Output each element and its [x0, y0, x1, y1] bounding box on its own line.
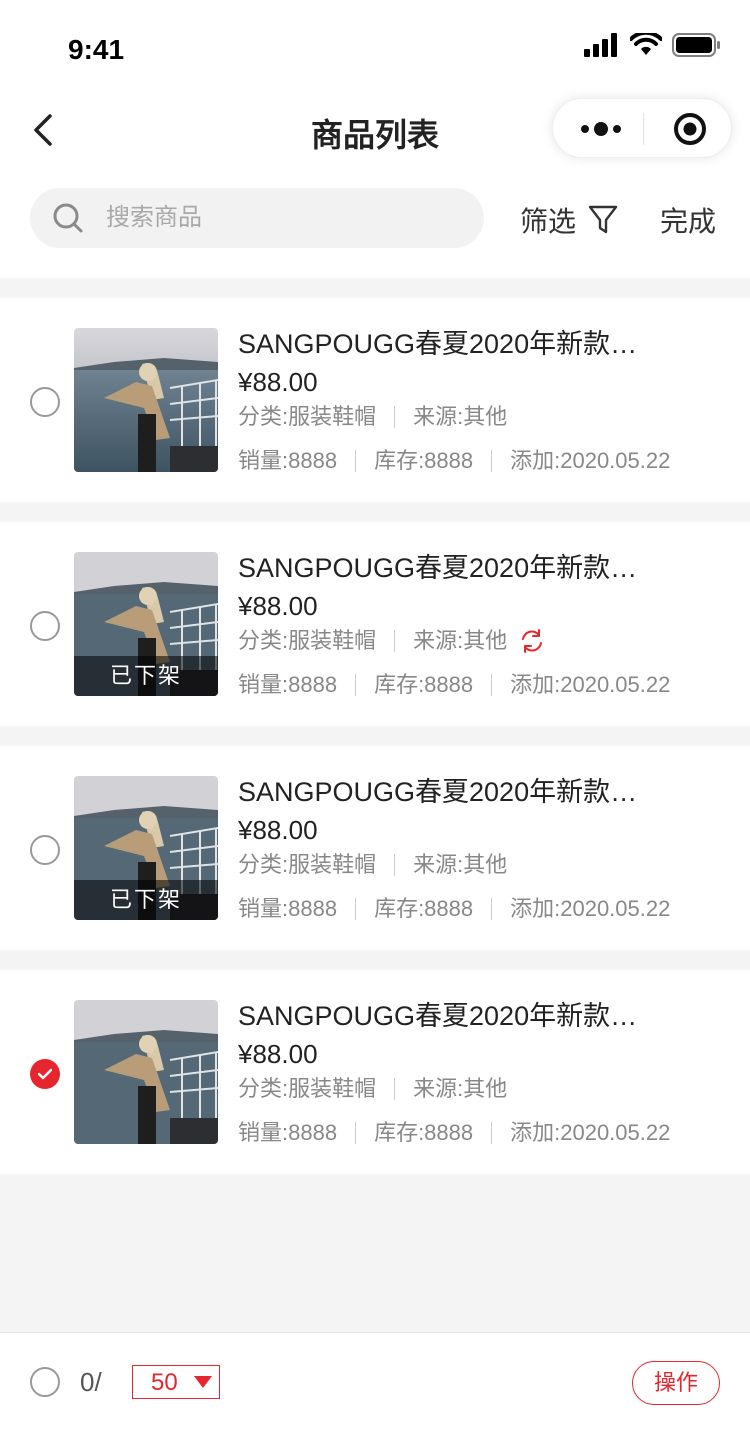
separator: [491, 450, 493, 472]
product-category: 分类:服装鞋帽: [238, 1076, 377, 1101]
selected-count: 0/: [80, 1367, 102, 1397]
product-sales: 销量:8888: [238, 672, 338, 697]
separator: [491, 674, 493, 696]
status-icons: [584, 33, 722, 57]
product-info: SANGPOUGG春夏2020年新款… ¥88.00 分类:服装鞋帽 来源:其他…: [238, 552, 728, 702]
page-size-select[interactable]: 50: [132, 1365, 220, 1399]
product-title: SANGPOUGG春夏2020年新款…: [238, 1001, 638, 1031]
product-title: SANGPOUGG春夏2020年新款…: [238, 553, 638, 583]
search-icon: [53, 203, 83, 233]
product-stats-row: 销量:8888 库存:8888 添加:2020.05.22: [238, 668, 728, 702]
separator: [355, 450, 357, 472]
product-price: ¥88.00: [238, 591, 318, 621]
status-time: 9:41: [68, 34, 125, 65]
signal-icon: [584, 33, 617, 57]
product-sales: 销量:8888: [238, 1120, 338, 1145]
product-price: ¥88.00: [238, 367, 318, 397]
product-category: 分类:服装鞋帽: [238, 628, 377, 653]
product-source: 来源:其他: [413, 1076, 508, 1101]
check-icon: [37, 1068, 53, 1080]
product-item[interactable]: SANGPOUGG春夏2020年新款… ¥88.00 分类:服装鞋帽 来源:其他…: [0, 298, 750, 502]
product-stats-row: 销量:8888 库存:8888 添加:2020.05.22: [238, 892, 728, 926]
product-stock: 库存:8888: [374, 448, 474, 473]
status-bar: 9:41: [0, 0, 750, 88]
separator: [355, 1122, 357, 1144]
product-item[interactable]: SANGPOUGG春夏2020年新款… ¥88.00 分类:服装鞋帽 来源:其他…: [0, 970, 750, 1174]
search-box[interactable]: [30, 188, 484, 248]
select-all-radio[interactable]: [30, 1367, 60, 1397]
product-meta-row: 分类:服装鞋帽 来源:其他: [238, 1072, 728, 1106]
product-category: 分类:服装鞋帽: [238, 404, 377, 429]
wifi-icon: [630, 33, 662, 55]
item-select-radio[interactable]: [30, 1059, 60, 1089]
close-icon: [674, 113, 706, 145]
product-info: SANGPOUGG春夏2020年新款… ¥88.00 分类:服装鞋帽 来源:其他…: [238, 328, 728, 478]
product-price: ¥88.00: [238, 815, 318, 845]
product-thumbnail[interactable]: 已下架: [74, 552, 218, 696]
product-info: SANGPOUGG春夏2020年新款… ¥88.00 分类:服装鞋帽 来源:其他…: [238, 776, 728, 926]
action-button[interactable]: 操作: [632, 1361, 720, 1405]
product-source: 来源:其他: [413, 628, 508, 653]
product-item[interactable]: 已下架 SANGPOUGG春夏2020年新款… ¥88.00 分类:服装鞋帽 来…: [0, 522, 750, 726]
product-stock: 库存:8888: [374, 896, 474, 921]
separator: [394, 854, 396, 876]
product-added-date: 添加:2020.05.22: [510, 672, 671, 697]
product-source: 来源:其他: [413, 404, 508, 429]
product-meta-row: 分类:服装鞋帽 来源:其他: [238, 400, 728, 434]
product-sales: 销量:8888: [238, 448, 338, 473]
product-source: 来源:其他: [413, 852, 508, 877]
nav-bar: 商品列表: [0, 88, 750, 174]
battery-icon: [672, 33, 720, 57]
more-button[interactable]: [571, 109, 631, 149]
product-meta-row: 分类:服装鞋帽 来源:其他: [238, 848, 728, 882]
dropdown-icon: [194, 1376, 212, 1388]
more-icon: [581, 122, 621, 136]
item-select-radio[interactable]: [30, 835, 60, 865]
product-stats-row: 销量:8888 库存:8888 添加:2020.05.22: [238, 444, 728, 478]
product-thumbnail[interactable]: 已下架: [74, 776, 218, 920]
product-image: [74, 1000, 218, 1144]
product-added-date: 添加:2020.05.22: [510, 896, 671, 921]
product-added-date: 添加:2020.05.22: [510, 1120, 671, 1145]
product-info: SANGPOUGG春夏2020年新款… ¥88.00 分类:服装鞋帽 来源:其他…: [238, 1000, 728, 1150]
product-stats-row: 销量:8888 库存:8888 添加:2020.05.22: [238, 1116, 728, 1150]
product-title: SANGPOUGG春夏2020年新款…: [238, 777, 638, 807]
separator: [355, 674, 357, 696]
close-button[interactable]: [665, 109, 715, 149]
product-sales: 销量:8888: [238, 896, 338, 921]
product-item[interactable]: 已下架 SANGPOUGG春夏2020年新款… ¥88.00 分类:服装鞋帽 来…: [0, 746, 750, 950]
separator: [394, 630, 396, 652]
product-stock: 库存:8888: [374, 1120, 474, 1145]
separator: [394, 1078, 396, 1100]
product-added-date: 添加:2020.05.22: [510, 448, 671, 473]
search-input[interactable]: [106, 200, 466, 236]
product-category: 分类:服装鞋帽: [238, 852, 377, 877]
product-stock: 库存:8888: [374, 672, 474, 697]
mini-program-capsule: [552, 98, 732, 158]
product-meta-row: 分类:服装鞋帽 来源:其他: [238, 624, 728, 658]
filter-label: 筛选: [520, 206, 577, 237]
filter-icon: [588, 205, 618, 234]
product-price: ¥88.00: [238, 1039, 318, 1069]
page-size-value: 50: [151, 1369, 178, 1396]
delisted-badge: 已下架: [74, 656, 218, 696]
sync-icon[interactable]: [519, 628, 545, 654]
bottom-action-bar: 0/ 50 操作: [0, 1332, 750, 1430]
product-image: [74, 328, 218, 472]
separator: [355, 898, 357, 920]
search-bar: 筛选 完成: [0, 174, 750, 278]
separator: [491, 1122, 493, 1144]
product-list: SANGPOUGG春夏2020年新款… ¥88.00 分类:服装鞋帽 来源:其他…: [0, 298, 750, 1194]
done-button[interactable]: 完成: [660, 200, 716, 240]
separator: [394, 406, 396, 428]
item-select-radio[interactable]: [30, 387, 60, 417]
item-select-radio[interactable]: [30, 611, 60, 641]
capsule-divider: [643, 113, 644, 145]
separator: [491, 898, 493, 920]
product-thumbnail[interactable]: [74, 328, 218, 472]
delisted-badge: 已下架: [74, 880, 218, 920]
filter-button[interactable]: 筛选: [520, 200, 618, 240]
product-thumbnail[interactable]: [74, 1000, 218, 1144]
product-title: SANGPOUGG春夏2020年新款…: [238, 329, 638, 359]
